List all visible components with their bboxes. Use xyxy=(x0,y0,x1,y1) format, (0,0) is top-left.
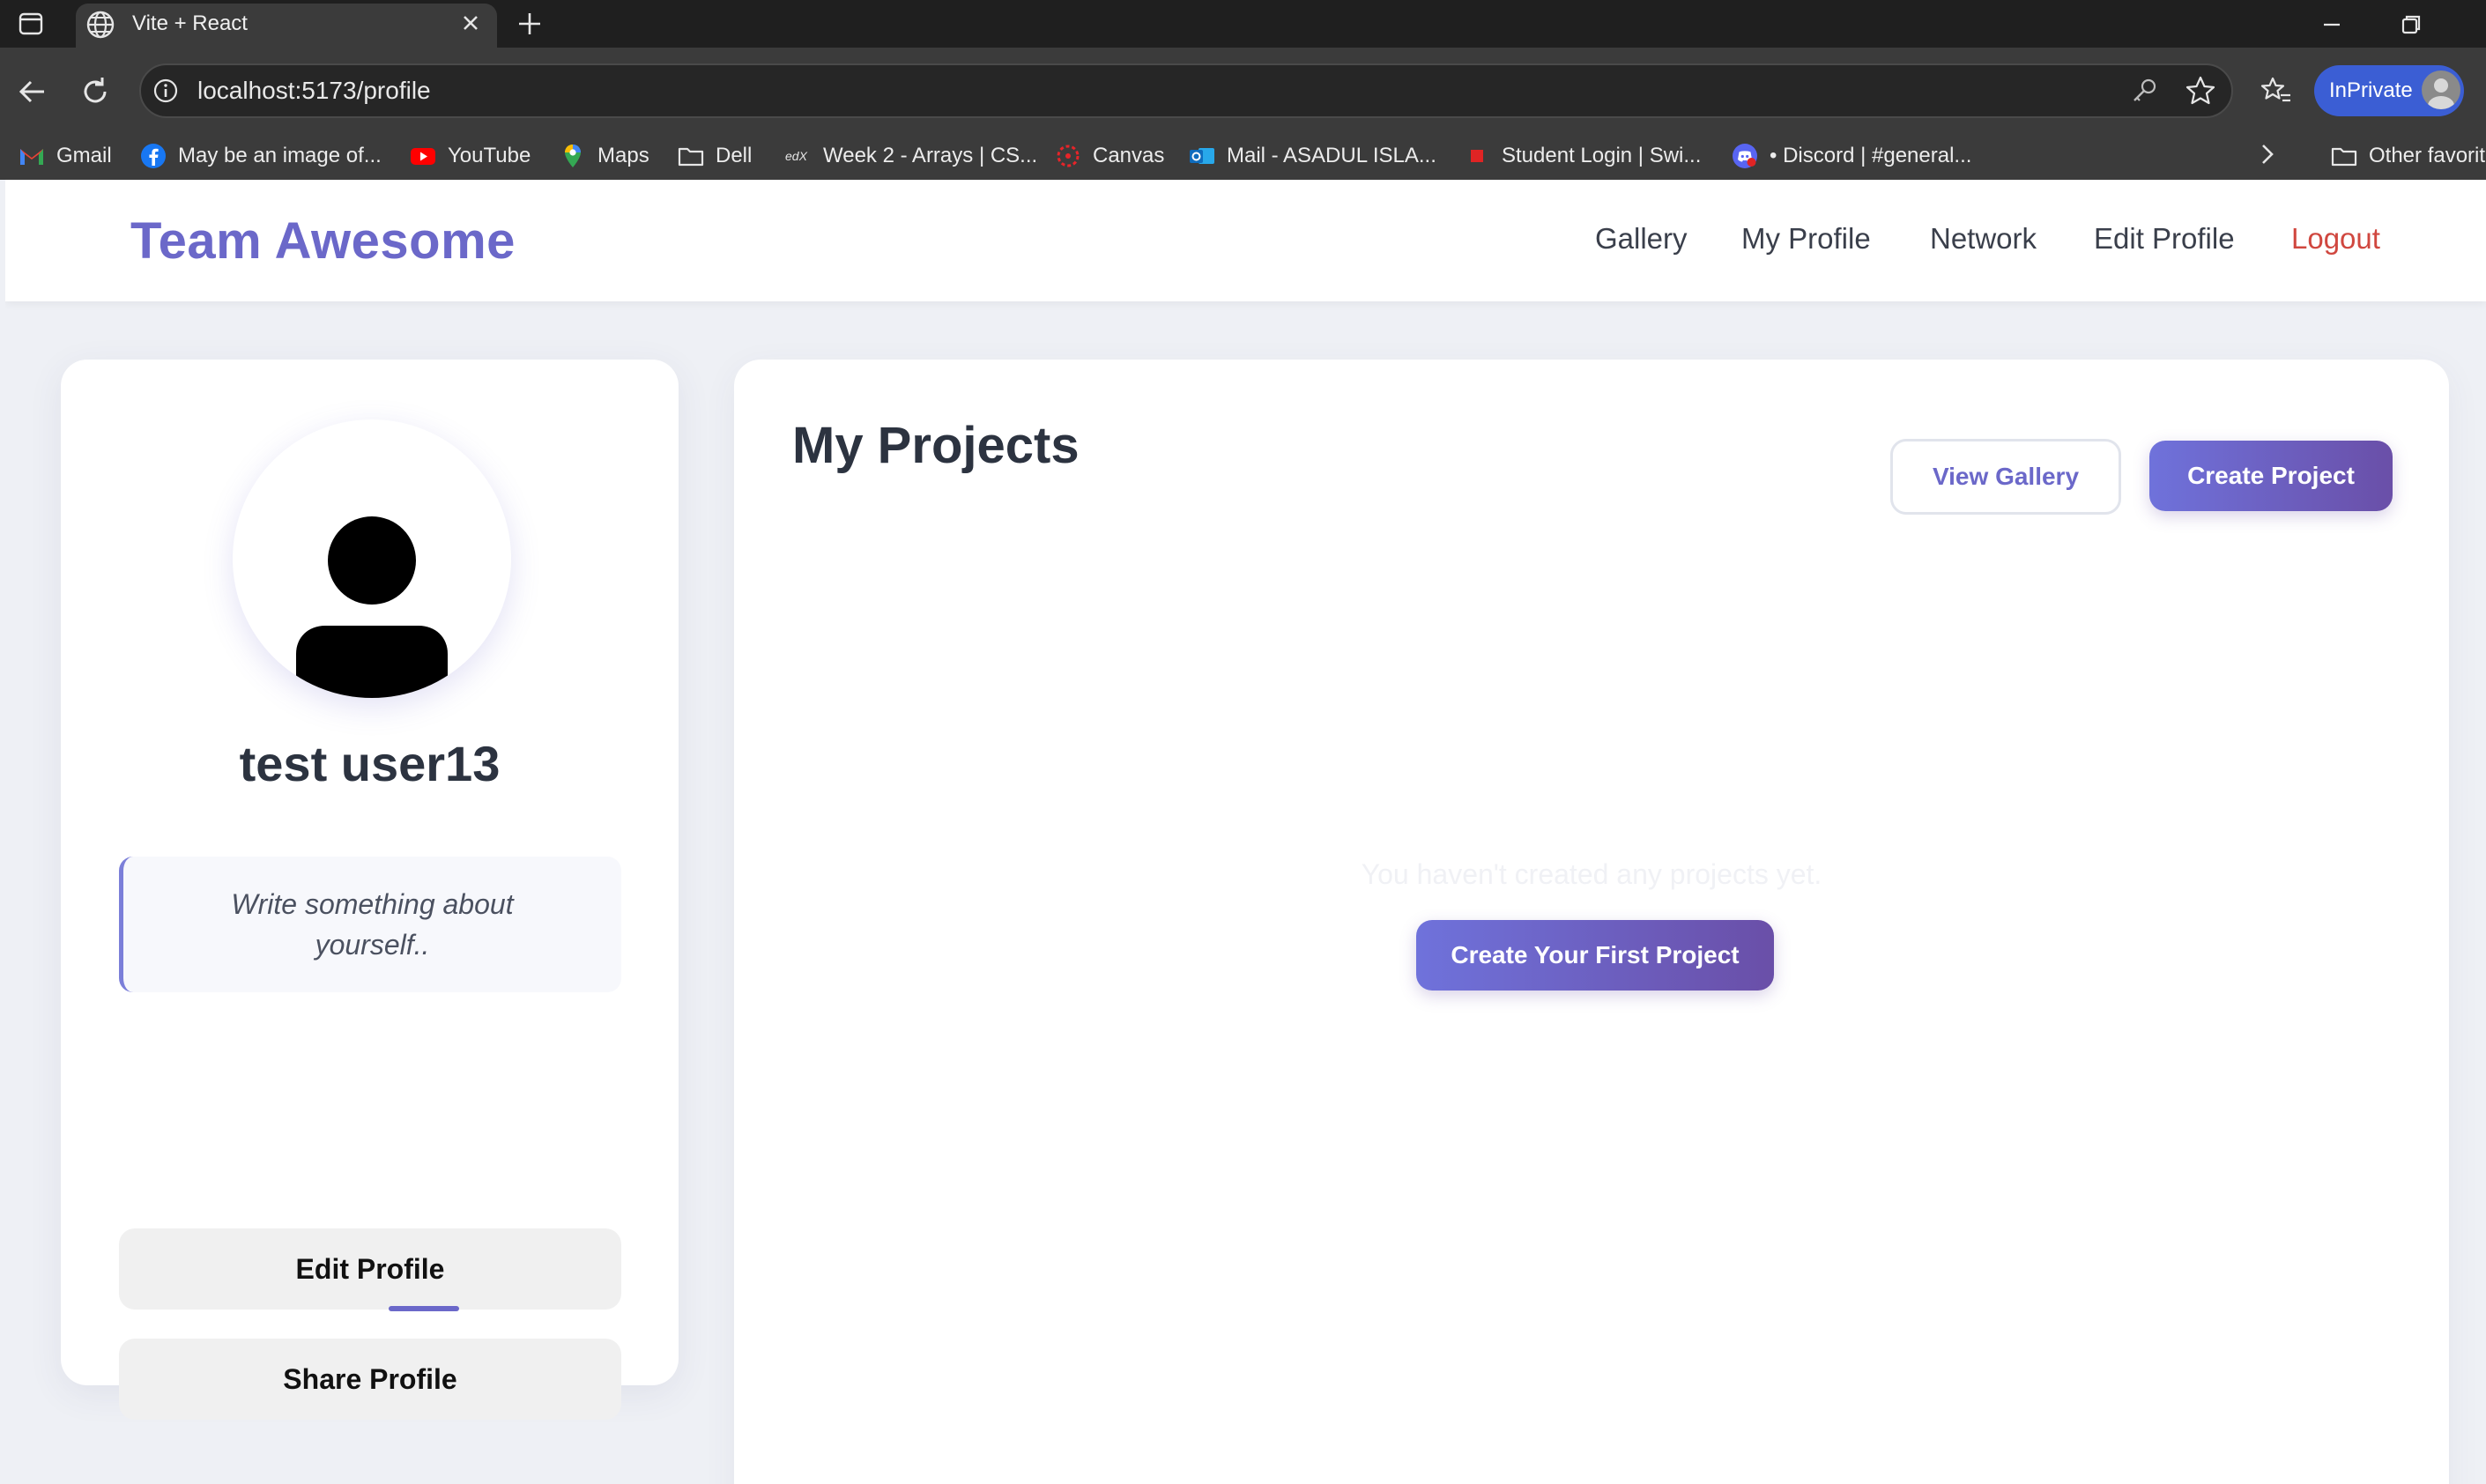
bookmark-label: May be an image of... xyxy=(178,144,382,167)
bookmark-label: Dell xyxy=(716,144,753,167)
youtube-icon xyxy=(411,148,435,165)
accent-divider xyxy=(389,1306,459,1311)
edx-icon: edX xyxy=(785,149,808,163)
person-icon xyxy=(2428,78,2454,109)
canvas-icon xyxy=(1057,145,1080,167)
share-profile-button[interactable]: Share Profile xyxy=(119,1339,621,1420)
bookmark-label: Other favorites xyxy=(2369,144,2486,167)
svg-text:edX: edX xyxy=(785,149,808,163)
projects-panel: My Projects View Gallery Create Project … xyxy=(734,360,2449,1484)
bio-placeholder[interactable]: Write something about yourself.. xyxy=(119,857,621,992)
red-square-icon xyxy=(1471,150,1483,162)
nav-gallery[interactable]: Gallery xyxy=(1595,222,1688,256)
reload-icon[interactable] xyxy=(78,74,113,109)
nav-my-profile[interactable]: My Profile xyxy=(1741,222,1871,256)
bookmark-maps[interactable]: Maps xyxy=(559,136,649,176)
nav-network[interactable]: Network xyxy=(1930,222,2037,256)
maps-icon xyxy=(565,145,581,167)
chevron-right-icon[interactable] xyxy=(2254,141,2281,167)
bookmark-canvas[interactable]: Canvas xyxy=(1054,136,1164,176)
bookmark-label: Student Login | Swi... xyxy=(1502,144,1702,167)
nav-logout[interactable]: Logout xyxy=(2291,222,2380,256)
view-gallery-button[interactable]: View Gallery xyxy=(1890,439,2121,515)
app-viewport: Team Awesome Gallery My Profile Network … xyxy=(5,180,2486,1484)
bookmark-label: Maps xyxy=(597,144,649,167)
bookmark-edx[interactable]: edX Week 2 - Arrays | CS... xyxy=(784,136,1037,176)
default-user-icon xyxy=(296,516,448,698)
bookmark-label: Canvas xyxy=(1093,144,1165,167)
bookmark-label: YouTube xyxy=(448,144,531,167)
site-info-icon[interactable] xyxy=(152,77,180,105)
bookmark-gmail[interactable]: Gmail xyxy=(18,136,112,176)
url-text[interactable]: localhost:5173/profile xyxy=(197,77,431,105)
tab-title: Vite + React xyxy=(132,11,248,35)
profile-username: test user13 xyxy=(239,736,501,791)
folder-icon xyxy=(2331,147,2357,167)
edit-profile-button[interactable]: Edit Profile xyxy=(119,1228,621,1310)
bookmark-dell-folder[interactable]: Dell xyxy=(677,136,752,176)
facebook-icon xyxy=(141,144,166,168)
address-bar[interactable] xyxy=(139,63,2233,118)
nav-edit-profile[interactable]: Edit Profile xyxy=(2094,222,2235,256)
bookmark-label: Week 2 - Arrays | CS... xyxy=(823,144,1038,167)
bookmark-discord[interactable]: • Discord | #general... xyxy=(1731,136,1971,176)
password-key-icon[interactable] xyxy=(2129,76,2159,106)
favorite-star-icon[interactable] xyxy=(2184,74,2217,108)
bookmark-label: • Discord | #general... xyxy=(1770,144,1972,167)
tab-actions-icon[interactable] xyxy=(18,11,44,37)
avatar xyxy=(233,419,511,698)
empty-projects-message: You haven't created any projects yet. xyxy=(1361,858,1822,890)
tab-close-icon[interactable] xyxy=(458,11,483,35)
profile-card: test user13 Write something about yourse… xyxy=(61,360,679,1420)
favorites-list-icon[interactable] xyxy=(2260,74,2293,108)
bookmark-outlook-mail[interactable]: Mail - ASADUL ISLA... xyxy=(1188,136,1436,176)
window-restore-icon[interactable] xyxy=(2399,12,2423,37)
bookmark-other-favorites[interactable]: Other favorites xyxy=(2330,136,2486,176)
globe-icon xyxy=(86,11,115,39)
discord-icon xyxy=(1733,144,1757,168)
bookmark-youtube[interactable]: YouTube xyxy=(409,136,531,176)
top-navbar: Team Awesome Gallery My Profile Network … xyxy=(5,180,2486,301)
folder-icon xyxy=(678,147,704,167)
back-arrow-icon[interactable] xyxy=(14,74,49,109)
bookmark-facebook[interactable]: May be an image of... xyxy=(139,136,382,176)
browser-profile-avatar[interactable] xyxy=(2422,70,2460,109)
bookmark-student-login[interactable]: Student Login | Swi... xyxy=(1463,136,1701,176)
window-minimize-icon[interactable] xyxy=(2319,12,2344,37)
projects-title: My Projects xyxy=(792,417,1080,474)
gmail-icon xyxy=(20,149,43,165)
new-tab-icon[interactable] xyxy=(515,9,545,39)
outlook-icon xyxy=(1190,148,1214,164)
create-first-project-button[interactable]: Create Your First Project xyxy=(1416,920,1774,991)
create-project-button[interactable]: Create Project xyxy=(2149,441,2393,511)
bookmark-label: Mail - ASADUL ISLA... xyxy=(1227,144,1436,167)
bookmark-label: Gmail xyxy=(56,144,112,167)
inprivate-label: InPrivate xyxy=(2329,78,2413,102)
brand-logo[interactable]: Team Awesome xyxy=(130,211,516,271)
